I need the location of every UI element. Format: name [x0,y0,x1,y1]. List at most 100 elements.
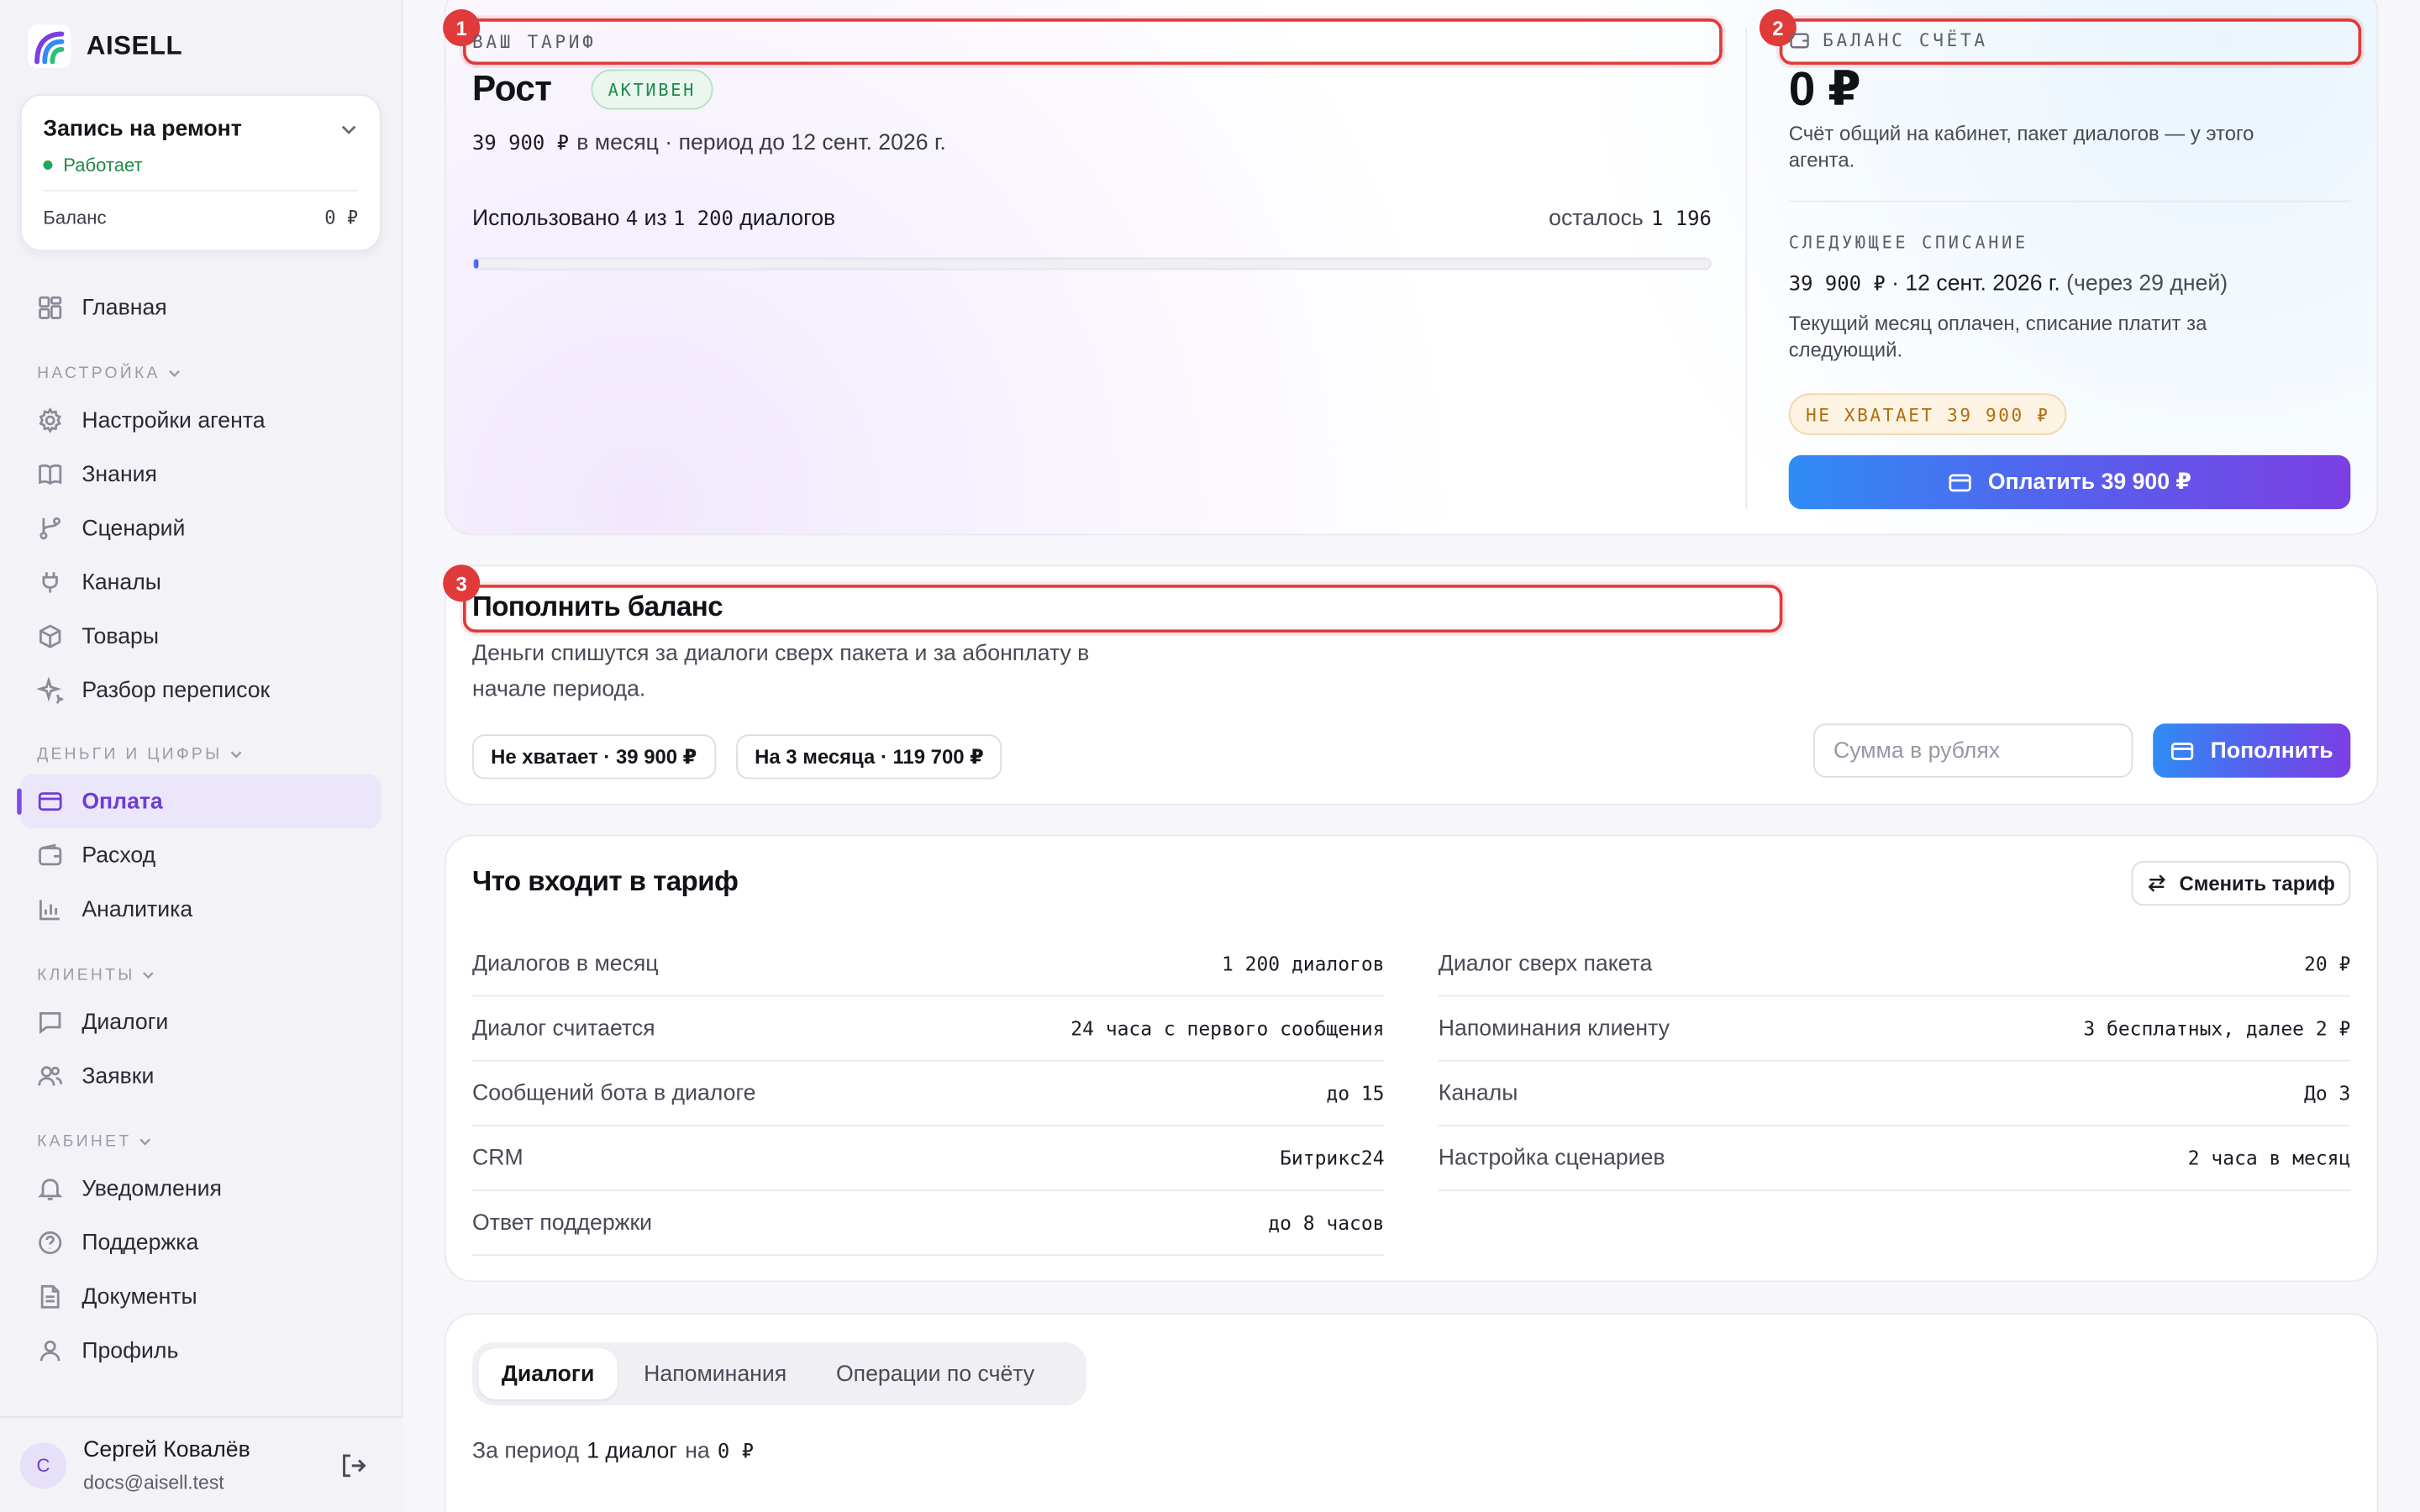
sidebar-item-label: Разбор переписок [82,678,271,703]
bar-chart-icon [39,900,60,921]
section-setup[interactable]: НАСТРОЙКА [37,364,182,383]
brand-name: AISELL [86,30,183,60]
divider [43,189,359,192]
remaining-label: осталось [1549,207,1644,232]
document-icon [40,1284,60,1309]
usage-progress-fill [473,259,478,269]
spec-row: Диалогов в месяц 1 200 диалогов [472,932,1385,997]
section-label: КАБИНЕТ [37,1132,132,1152]
chevron-down-icon [230,751,242,759]
tab-reminders[interactable]: Напоминания [621,1348,810,1399]
tariff-price-line: 39 900 ₽ в месяц · период до 12 сент. 20… [472,131,946,155]
balance-amount: 0 ₽ [1788,61,1861,116]
chevron-down-icon [168,370,180,377]
sidebar-item-payment[interactable]: Оплата [17,774,381,829]
spec-key: Напоминания клиенту [1438,1016,1670,1041]
branch-icon [39,517,61,540]
agent-balance-value: 0 ₽ [324,207,359,228]
sidebar-item-label: Товары [82,623,159,649]
spec-key: CRM [472,1145,523,1171]
sidebar-item-products[interactable]: Товары [20,609,381,663]
agent-switcher[interactable]: Запись на ремонт Работает Баланс 0 ₽ [19,94,381,252]
spec-row: Напоминания клиенту 3 бесплатных, далее 2… [1438,997,2351,1062]
spec-value: 20 ₽ [2303,952,2351,975]
annotation-box-1 [463,18,1723,66]
gear-icon [39,407,61,433]
history-summary: За период 1 диалог на 0 ₽ [472,1440,754,1464]
section-clients[interactable]: КЛИЕНТЫ [37,966,156,984]
topup-button[interactable]: Пополнить [2153,723,2351,778]
spec-value: 2 часа в месяц [2187,1146,2351,1170]
spec-key: Диалог считается [472,1016,655,1041]
spec-key: Сообщений бота в диалоге [472,1080,756,1105]
usage-line: Использовано 4 из 1 200 диалогов [472,207,835,231]
quick-amount-3-months[interactable]: На 3 месяца · 119 700 ₽ [736,734,1002,780]
wallet-icon [39,843,62,866]
sidebar-item-home[interactable]: Главная [20,281,381,334]
tab-dialogs[interactable]: Диалоги [478,1348,618,1399]
sidebar-item-label: Расход [82,843,156,869]
spec-value: 24 часа с первого сообщения [1071,1016,1385,1040]
sidebar-item-expenses[interactable]: Расход [20,828,381,882]
sidebar-item-scenario[interactable]: Сценарий [20,501,381,555]
brand[interactable]: AISELL [28,24,183,68]
plug-icon [42,572,58,593]
wallet-icon [1790,33,1809,49]
next-charge-line: 39 900 ₽ · 12 сент. 2026 г. (через 29 дн… [1789,271,2228,296]
tariff-name: Рост [472,67,552,108]
spec-value: до 15 [1326,1081,1385,1105]
topup-button-label: Пополнить [2210,738,2333,764]
topup-title: Пополнить баланс [472,591,723,622]
sidebar-item-channels[interactable]: Каналы [20,555,381,609]
divider [1788,200,2351,202]
sidebar-item-requests[interactable]: Заявки [20,1049,381,1103]
next-charge-in: (через 29 дней) [2066,271,2228,297]
spec-row: Сообщений бота в диалоге до 15 [472,1062,1385,1126]
history-tabs: Диалоги Напоминания Операции по счёту [472,1341,1087,1406]
next-charge-label: СЛЕДУЮЩЕЕ СПИСАНИЕ [1788,233,2028,254]
usage-prefix: Использовано [472,207,620,232]
sidebar-item-label: Каналы [82,570,161,596]
sidebar-item-label: Уведомления [82,1176,222,1201]
summary-prefix: За период [472,1439,580,1465]
chat-icon [39,1012,61,1034]
shortage-badge: НЕ ХВАТАЕТ 39 900 ₽ [1788,393,2067,435]
sidebar-item-agent-settings[interactable]: Настройки агента [20,393,381,447]
logout-icon[interactable] [339,1452,367,1479]
sidebar-item-analytics[interactable]: Аналитика [20,883,381,937]
sidebar-item-dialogs[interactable]: Диалоги [20,995,381,1049]
spec-key: Каналы [1438,1080,1518,1105]
section-money[interactable]: ДЕНЬГИ И ЦИФРЫ [37,745,244,764]
sidebar-item-chat-review[interactable]: Разбор переписок [20,664,381,717]
sidebar-item-label: Аналитика [82,897,193,922]
next-charge-date: · 12 сент. 2026 г. [1891,271,2060,297]
sidebar-item-notifications[interactable]: Уведомления [20,1162,381,1215]
avatar[interactable]: С [19,1442,66,1489]
spec-value: Битрикс24 [1280,1146,1385,1170]
quick-amount-shortage[interactable]: Не хватает · 39 900 ₽ [472,734,716,780]
tariff-period: в месяц · период до 12 сент. 2026 г. [576,131,946,156]
spec-value: До 3 [2303,1081,2351,1105]
sparkle-icon [37,677,64,704]
user-email: docs@aisell.test [83,1472,224,1494]
sidebar-item-support[interactable]: Поддержка [20,1215,381,1269]
pay-button[interactable]: Оплатить 39 900 ₽ [1788,454,2351,510]
help-circle-icon [39,1231,62,1254]
sidebar-item-knowledge[interactable]: Знания [20,448,381,501]
divider [1745,28,1748,510]
tariff-price: 39 900 ₽ [472,132,570,156]
sidebar-item-label: Документы [82,1284,197,1310]
chevron-down-icon[interactable] [339,120,358,139]
summary-count: 1 диалог [587,1439,678,1465]
usage-total: 1 200 [672,207,734,232]
sidebar-item-label: Знания [82,462,157,487]
section-cabinet[interactable]: КАБИНЕТ [37,1132,153,1151]
sidebar-item-documents[interactable]: Документы [20,1270,381,1324]
sidebar-item-profile[interactable]: Профиль [20,1324,381,1378]
spec-key: Диалогов в месяц [472,951,659,976]
tab-account-operations[interactable]: Операции по счёту [813,1348,1057,1399]
swap-icon [2148,874,2166,892]
change-tariff-button[interactable]: Сменить тариф [2131,860,2351,906]
amount-input[interactable]: Сумма в рублях [1813,723,2133,778]
status-badge: АКТИВЕН [591,69,713,110]
